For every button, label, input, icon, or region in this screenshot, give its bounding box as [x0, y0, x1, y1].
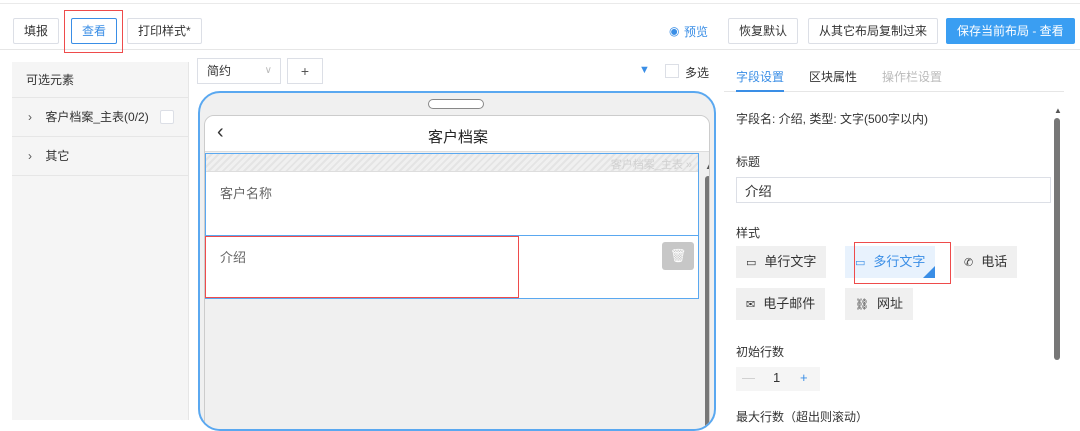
multi-select-label: 多选: [685, 66, 710, 80]
fill-mode-button[interactable]: 填报: [13, 18, 60, 44]
style-multi-line-button[interactable]: ▭ 多行文字: [845, 246, 936, 278]
chevron-right-icon[interactable]: ›: [28, 98, 42, 137]
chevron-down-icon: ∨: [264, 65, 272, 76]
layout-mode-select[interactable]: 简约 ∨: [197, 58, 281, 84]
single-line-icon: ▭: [746, 257, 757, 269]
element-group-checkbox[interactable]: [160, 110, 174, 124]
style-url-button[interactable]: ⛓ 网址: [845, 288, 913, 320]
trash-icon[interactable]: 🗑: [662, 242, 694, 270]
decrement-button[interactable]: —: [742, 370, 755, 385]
title-label: 标题: [736, 155, 761, 169]
phone-scrollbar[interactable]: [705, 176, 709, 429]
initial-rows-label: 初始行数: [736, 345, 785, 359]
style-label: 样式: [736, 226, 761, 240]
link-icon: ⛓: [855, 299, 869, 311]
settings-tabs: 字段设置 区块属性 操作栏设置: [724, 56, 1064, 92]
tab-field-settings[interactable]: 字段设置: [736, 68, 784, 85]
email-icon: ✉: [746, 299, 756, 311]
style-label-text: 电子邮件: [763, 296, 816, 311]
preview-link[interactable]: 预览: [684, 23, 708, 40]
element-group-label: 其它: [45, 149, 70, 163]
scroll-up-icon[interactable]: ▲: [1054, 106, 1062, 115]
section-label: 客户档案_主表 »: [610, 159, 692, 171]
selected-corner-mark: [923, 266, 936, 278]
scroll-up-icon[interactable]: ▲: [705, 162, 709, 171]
phone-page-title: 客户档案: [427, 129, 488, 146]
canvas-toolbar: 简约 ∨ + ▼ 多选: [197, 58, 712, 86]
form-field-customer-name[interactable]: 客户名称: [206, 172, 698, 236]
element-group-other[interactable]: › 其它: [12, 137, 188, 176]
eye-icon[interactable]: ◉: [669, 24, 679, 38]
phone-speaker: [428, 99, 484, 109]
initial-rows-value: 1: [773, 370, 781, 385]
section-header: 客户档案_主表 »: [206, 154, 698, 172]
style-label-text: 多行文字: [873, 254, 926, 269]
phone-screen: ‹ 客户档案 客户档案_主表 » 客户名称 介绍 🗑 ▲: [204, 115, 710, 429]
restore-default-button[interactable]: 恢复默认: [728, 18, 799, 44]
settings-panel: 字段设置 区块属性 操作栏设置 字段名: 介绍, 类型: 文字(500字以内) …: [724, 56, 1080, 424]
layout-mode-value: 简约: [207, 64, 232, 78]
field-label: 客户名称: [220, 186, 273, 201]
element-group-customer-main[interactable]: › 客户档案_主表(0/2): [12, 98, 188, 137]
chevron-right-icon[interactable]: ›: [28, 137, 42, 176]
view-mode-button[interactable]: 查看: [71, 18, 118, 44]
phone-preview: ‹ 客户档案 客户档案_主表 » 客户名称 介绍 🗑 ▲: [198, 91, 716, 431]
increment-button[interactable]: +: [800, 370, 808, 385]
style-single-line-button[interactable]: ▭ 单行文字: [736, 246, 827, 278]
top-toolbar: 填报 查看 打印样式* ◉ 预览 恢复默认 从其它布局复制过来 保存当前布局 -…: [0, 0, 1080, 53]
initial-rows-stepper[interactable]: — 1 +: [736, 367, 820, 391]
filter-icon[interactable]: ▼: [639, 64, 650, 76]
tab-block-properties[interactable]: 区块属性: [809, 68, 857, 85]
settings-scrollbar[interactable]: [1054, 118, 1060, 360]
phone-nav-bar: ‹ 客户档案: [205, 116, 709, 152]
print-style-button[interactable]: 打印样式*: [127, 18, 202, 44]
save-layout-button[interactable]: 保存当前布局 - 查看: [946, 18, 1075, 44]
form-section[interactable]: 客户档案_主表 » 客户名称 介绍 🗑: [205, 153, 699, 299]
multi-line-icon: ▭: [855, 257, 866, 269]
style-label-text: 单行文字: [764, 254, 817, 269]
phone-icon: ✆: [964, 257, 974, 269]
form-field-intro[interactable]: 介绍 🗑: [206, 236, 698, 300]
field-label: 介绍: [220, 250, 247, 265]
style-email-button[interactable]: ✉ 电子邮件: [736, 288, 826, 320]
element-list-header: 可选元素: [12, 62, 188, 98]
style-label-text: 电话: [981, 254, 1008, 269]
tab-action-bar-settings[interactable]: 操作栏设置: [882, 68, 942, 85]
field-info-text: 字段名: 介绍, 类型: 文字(500字以内): [736, 112, 929, 126]
copy-from-layout-button[interactable]: 从其它布局复制过来: [808, 18, 939, 44]
style-phone-button[interactable]: ✆ 电话: [954, 246, 1018, 278]
top-divider: [0, 3, 1080, 4]
add-button[interactable]: +: [287, 58, 323, 84]
element-group-label: 客户档案_主表(0/2): [45, 110, 149, 124]
active-tab-indicator: [736, 90, 784, 92]
element-list-panel: 可选元素 › 客户档案_主表(0/2) › 其它: [12, 62, 189, 420]
title-input[interactable]: [736, 177, 1051, 203]
max-rows-label: 最大行数（超出则滚动）: [736, 410, 869, 424]
multi-select-checkbox[interactable]: [665, 64, 679, 78]
style-label-text: 网址: [876, 296, 903, 311]
